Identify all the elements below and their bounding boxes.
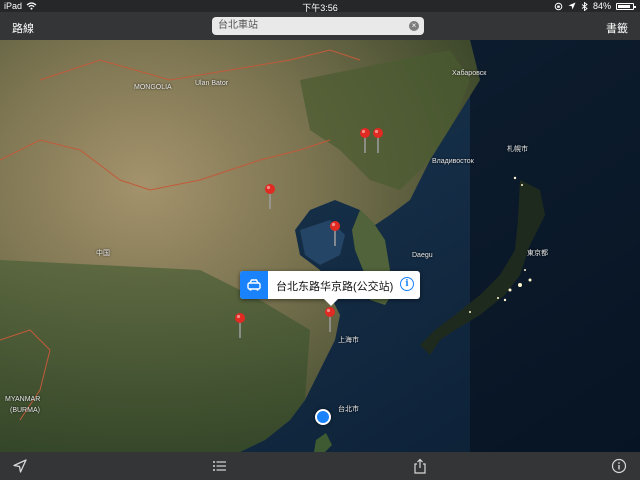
map-label-myanmar: MYANMAR	[5, 396, 41, 403]
search-input[interactable]: 台北車站 ×	[212, 17, 424, 35]
car-icon[interactable]	[240, 271, 268, 299]
map-label-shanghai: 上海市	[338, 337, 359, 344]
location-arrow-status-icon	[568, 2, 576, 10]
map-label-china: 中国	[96, 250, 110, 257]
search-value: 台北車站	[218, 20, 258, 31]
info-icon[interactable]	[611, 458, 627, 474]
location-arrow-icon[interactable]	[12, 458, 28, 474]
nav-bar: 路線 台北車站 × 書籤	[0, 12, 640, 40]
pin-callout[interactable]: 台北东路华京路(公交站) i	[240, 271, 420, 306]
map-pin[interactable]	[264, 183, 276, 209]
map-label-khabarovsk: Хабаровск	[452, 70, 487, 77]
map-pin[interactable]	[329, 220, 341, 246]
battery-fill	[618, 4, 630, 8]
info-icon[interactable]: i	[400, 277, 414, 291]
battery-icon	[616, 2, 636, 10]
share-icon[interactable]	[412, 458, 428, 474]
bottom-toolbar	[0, 452, 640, 480]
map-pin-selected[interactable]	[324, 306, 336, 332]
clear-icon[interactable]: ×	[409, 21, 419, 31]
rotation-lock-icon	[554, 2, 563, 10]
map-pin[interactable]	[359, 127, 371, 153]
map-terrain	[0, 40, 640, 452]
map-label-mongolia: MONGOLIA	[134, 84, 172, 91]
list-icon[interactable]	[212, 458, 228, 474]
map-pin[interactable]	[372, 127, 384, 153]
map-pin[interactable]	[234, 312, 246, 338]
map-label-sapporo: 札幌市	[507, 146, 528, 153]
map-label-tokyo: 東京都	[527, 250, 548, 257]
map-label-burma: (BURMA)	[10, 407, 40, 414]
map-label-vladivostok: Владивосток	[432, 158, 474, 165]
bluetooth-icon	[581, 1, 588, 11]
status-bar: iPad 下午3:56 84%	[0, 0, 640, 13]
callout-title: 台北东路华京路(公交站)	[276, 281, 394, 293]
bookmarks-button[interactable]: 書籤	[606, 20, 628, 36]
map-label-taipei: 台北市	[338, 406, 359, 413]
battery-percent: 84%	[592, 1, 611, 11]
map-label-daegu: Daegu	[412, 252, 433, 259]
directions-button[interactable]: 路線	[12, 20, 34, 36]
satellite-map[interactable]: MONGOLIA Ulan Bator Хабаровск Владивосто…	[0, 40, 640, 452]
user-location-dot	[315, 409, 331, 425]
map-label-ulan-bator: Ulan Bator	[195, 80, 229, 87]
